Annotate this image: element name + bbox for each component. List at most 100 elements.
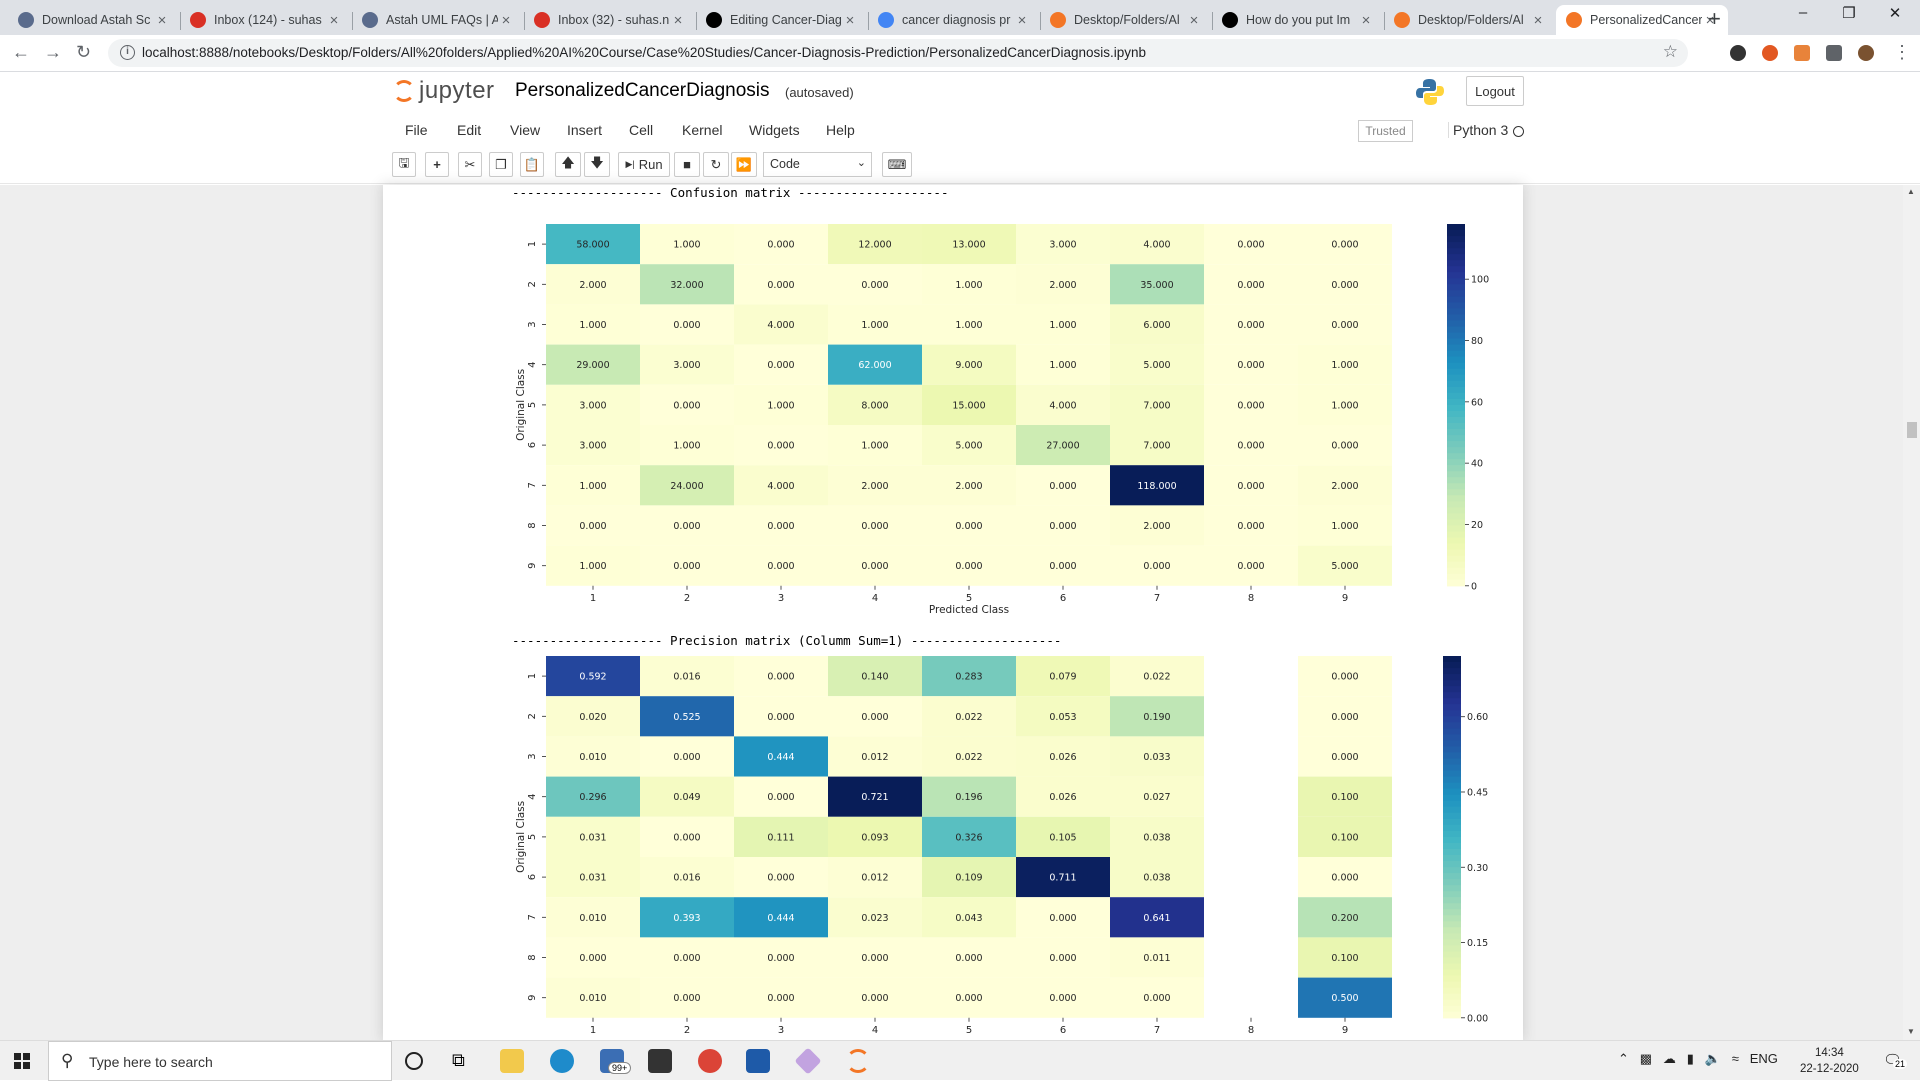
menu-file[interactable]: File bbox=[405, 122, 428, 138]
profile-avatar[interactable] bbox=[1858, 45, 1874, 61]
extension-icon[interactable] bbox=[1730, 45, 1746, 61]
cortana-icon[interactable] bbox=[405, 1052, 423, 1070]
cell-value-label: 0.000 bbox=[767, 953, 794, 964]
menu-insert[interactable]: Insert bbox=[567, 122, 602, 138]
jupyter-taskbar-icon[interactable] bbox=[846, 1049, 870, 1073]
browser-tab[interactable]: Inbox (32) - suhas.n × bbox=[524, 5, 696, 35]
cell-value-label: 0.000 bbox=[1237, 240, 1264, 251]
browser-tab[interactable]: How do you put Im × bbox=[1212, 5, 1384, 35]
store-icon[interactable] bbox=[648, 1049, 672, 1073]
cell-value-label: 0.000 bbox=[1049, 953, 1076, 964]
y-tick-label: 2 bbox=[527, 713, 538, 719]
address-bar[interactable]: i localhost:8888/notebooks/Desktop/Folde… bbox=[108, 39, 1688, 67]
browser-tab[interactable]: Download Astah Sc × bbox=[8, 5, 180, 35]
windows-start-icon[interactable] bbox=[14, 1053, 30, 1069]
menu-view[interactable]: View bbox=[510, 122, 540, 138]
language-indicator[interactable]: ENG bbox=[1750, 1051, 1778, 1066]
maximize-button[interactable]: ❐ bbox=[1826, 4, 1872, 22]
new-tab-button[interactable]: + bbox=[1708, 6, 1721, 32]
chrome-icon[interactable] bbox=[698, 1049, 722, 1073]
battery-icon[interactable]: ▮ bbox=[1687, 1051, 1694, 1066]
browser-tab[interactable]: Desktop/Folders/Al × bbox=[1040, 5, 1212, 35]
extension-icon[interactable] bbox=[1762, 45, 1778, 61]
browser-tab[interactable]: cancer diagnosis pr × bbox=[868, 5, 1040, 35]
cell-value-label: 0.100 bbox=[1331, 792, 1358, 803]
logout-button[interactable]: Logout bbox=[1466, 76, 1524, 106]
browser-tab[interactable]: Desktop/Folders/Al × bbox=[1384, 5, 1556, 35]
cell-type-select[interactable]: Code ⌄ bbox=[763, 152, 872, 177]
page-scrollbar[interactable]: ▲ ▼ bbox=[1903, 185, 1920, 1040]
close-tab-icon[interactable]: × bbox=[1530, 12, 1546, 29]
cell-value-label: 0.000 bbox=[1049, 561, 1076, 572]
menu-widgets[interactable]: Widgets bbox=[749, 122, 800, 138]
save-icon[interactable]: 🖫 bbox=[392, 152, 416, 177]
move-up-icon[interactable]: 🡅 bbox=[555, 152, 581, 177]
cell-value-label: 0.043 bbox=[955, 913, 982, 924]
colorbar-segment bbox=[1443, 776, 1461, 784]
chrome-menu-icon[interactable]: ⋮ bbox=[1893, 42, 1911, 63]
copy-icon[interactable]: ❐ bbox=[489, 152, 513, 177]
paste-icon[interactable]: 📋 bbox=[520, 152, 544, 177]
menu-kernel[interactable]: Kernel bbox=[682, 122, 722, 138]
jupyter-logo[interactable]: jupyter bbox=[393, 77, 495, 105]
close-tab-icon[interactable]: × bbox=[842, 12, 858, 29]
bookmark-star-icon[interactable]: ☆ bbox=[1663, 42, 1678, 62]
task-view-icon[interactable]: ⧉ bbox=[452, 1050, 465, 1071]
restart-icon[interactable]: ↻ bbox=[703, 152, 729, 177]
cell-value-label: 0.444 bbox=[767, 913, 794, 924]
move-down-icon[interactable]: 🡇 bbox=[584, 152, 610, 177]
notebook-name[interactable]: PersonalizedCancerDiagnosis bbox=[515, 80, 770, 102]
scrollbar-thumb[interactable] bbox=[1907, 422, 1917, 438]
command-palette-icon[interactable]: ⌨ bbox=[882, 152, 912, 177]
scroll-up-icon[interactable]: ▲ bbox=[1907, 187, 1915, 196]
taskbar-search-box[interactable]: ⚲ Type here to search bbox=[48, 1041, 392, 1081]
minimize-button[interactable]: – bbox=[1780, 4, 1826, 21]
trusted-indicator[interactable]: Trusted bbox=[1358, 120, 1413, 142]
menu-cell[interactable]: Cell bbox=[629, 122, 653, 138]
menu-help[interactable]: Help bbox=[826, 122, 855, 138]
extensions-puzzle-icon[interactable] bbox=[1826, 45, 1842, 61]
tab-title: Desktop/Folders/Al bbox=[1418, 13, 1524, 27]
close-tab-icon[interactable]: × bbox=[1358, 12, 1374, 29]
browser-tab[interactable]: PersonalizedCancer × bbox=[1556, 5, 1728, 35]
cut-icon[interactable]: ✂ bbox=[458, 152, 482, 177]
forward-button[interactable]: → bbox=[44, 42, 62, 63]
extension-icon[interactable] bbox=[1794, 45, 1810, 61]
edge-icon[interactable] bbox=[550, 1049, 574, 1073]
insert-cell-icon[interactable]: + bbox=[425, 152, 449, 177]
clock-date: 22-12-2020 bbox=[1800, 1063, 1859, 1075]
close-tab-icon[interactable]: × bbox=[498, 12, 514, 29]
cell-value-label: 0.000 bbox=[1331, 441, 1358, 452]
browser-tab[interactable]: Inbox (124) - suhas × bbox=[180, 5, 352, 35]
cell-value-label: 0.000 bbox=[1331, 320, 1358, 331]
colorbar-segment bbox=[1443, 939, 1461, 947]
run-button[interactable]: ▶| Run bbox=[618, 152, 670, 177]
cell-value-label: 1.000 bbox=[1049, 320, 1076, 331]
close-tab-icon[interactable]: × bbox=[1186, 12, 1202, 29]
close-tab-icon[interactable]: × bbox=[670, 12, 686, 29]
close-tab-icon[interactable]: × bbox=[1014, 12, 1030, 29]
interrupt-icon[interactable]: ■ bbox=[674, 152, 700, 177]
reload-button[interactable]: ↻ bbox=[76, 42, 91, 63]
clock[interactable]: 14:34 22-12-2020 bbox=[1800, 1045, 1859, 1077]
onedrive-icon[interactable]: ☁ bbox=[1663, 1051, 1676, 1066]
back-button[interactable]: ← bbox=[12, 42, 30, 63]
scroll-down-icon[interactable]: ▼ bbox=[1907, 1027, 1915, 1036]
chevron-up-icon[interactable]: ⌃ bbox=[1618, 1051, 1629, 1066]
browser-tab[interactable]: Astah UML FAQs | A × bbox=[352, 5, 524, 35]
close-tab-icon[interactable]: × bbox=[326, 12, 342, 29]
wifi-icon[interactable]: ≈ bbox=[1732, 1051, 1739, 1066]
file-explorer-icon[interactable] bbox=[500, 1049, 524, 1073]
close-window-button[interactable]: ✕ bbox=[1872, 4, 1918, 22]
browser-tab[interactable]: Editing Cancer-Diag × bbox=[696, 5, 868, 35]
volume-icon[interactable]: 🔈 bbox=[1705, 1051, 1721, 1066]
restart-run-all-icon[interactable]: ⏩ bbox=[731, 152, 757, 177]
cell-value-label: 4.000 bbox=[767, 320, 794, 331]
photos-icon[interactable] bbox=[746, 1049, 770, 1073]
network-icon[interactable]: ▩ bbox=[1640, 1051, 1652, 1066]
menu-edit[interactable]: Edit bbox=[457, 122, 481, 138]
app-icon[interactable] bbox=[794, 1047, 822, 1075]
cell-value-label: 0.027 bbox=[1143, 792, 1170, 803]
site-info-icon[interactable]: i bbox=[120, 45, 135, 60]
close-tab-icon[interactable]: × bbox=[154, 12, 170, 29]
